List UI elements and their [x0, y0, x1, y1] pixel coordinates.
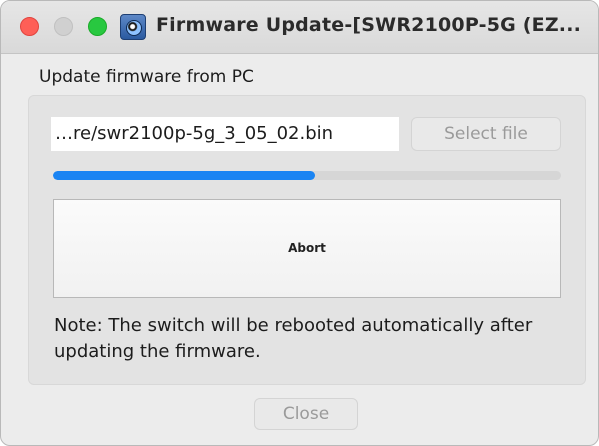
- window-zoom-icon[interactable]: [88, 17, 107, 36]
- progress-bar: [53, 171, 561, 180]
- section-label: Update firmware from PC: [39, 67, 254, 87]
- firmware-update-window: Firmware Update-[SWR2100P-5G (EZ... Upda…: [0, 0, 599, 446]
- reboot-note: Note: The switch will be rebooted automa…: [54, 315, 533, 362]
- select-file-button[interactable]: Select file: [411, 117, 561, 151]
- abort-button[interactable]: Abort: [53, 199, 561, 298]
- camera-lens-icon: [120, 14, 146, 40]
- window-minimize-icon[interactable]: [54, 17, 73, 36]
- firmware-path-field[interactable]: …re/swr2100p-5g_3_05_02.bin: [51, 117, 399, 151]
- close-button[interactable]: Close: [254, 398, 358, 430]
- window-title: Firmware Update-[SWR2100P-5G (EZ...: [156, 14, 582, 36]
- window-close-icon[interactable]: [20, 17, 39, 36]
- title-bar[interactable]: Firmware Update-[SWR2100P-5G (EZ...: [1, 1, 598, 54]
- progress-fill: [53, 171, 315, 180]
